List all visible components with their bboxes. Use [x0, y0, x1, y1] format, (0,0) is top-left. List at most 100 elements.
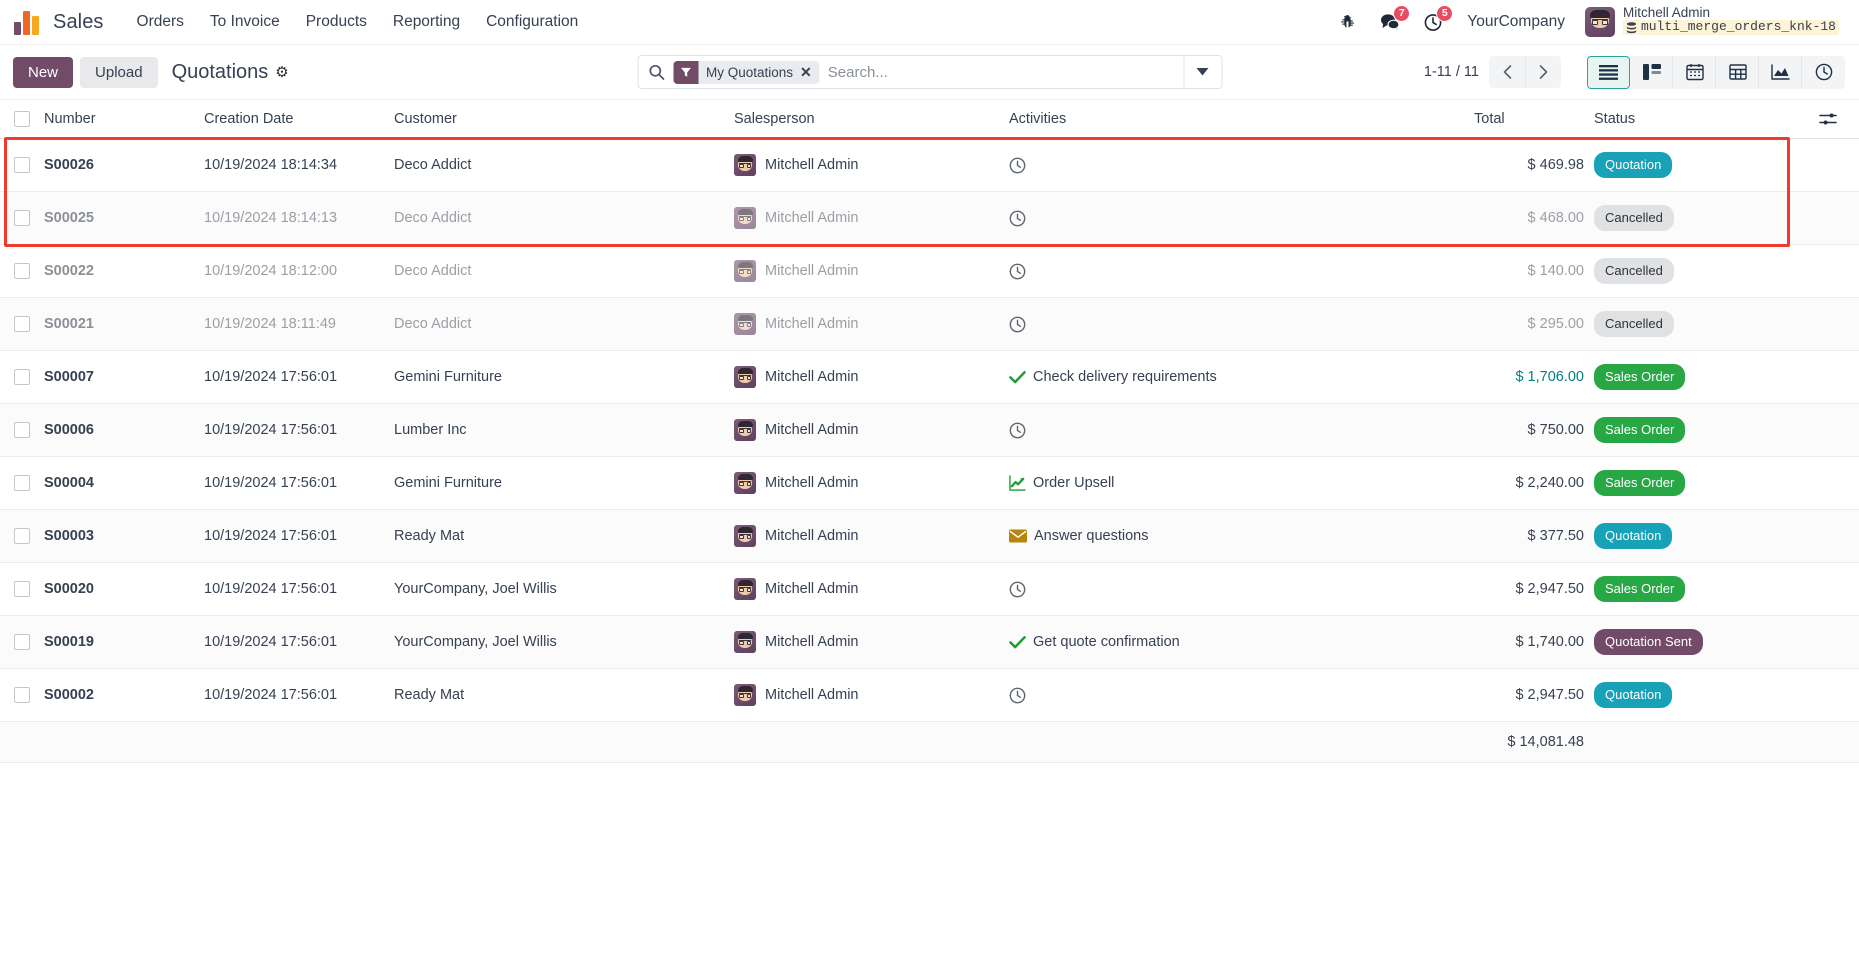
- new-button[interactable]: New: [13, 56, 74, 88]
- filter-icon: [673, 60, 698, 84]
- close-icon[interactable]: ✕: [800, 65, 820, 79]
- row-checkbox[interactable]: [14, 369, 30, 385]
- cell-activities[interactable]: Order Upsell: [1009, 456, 1474, 510]
- cell-salesperson: Mitchell Admin: [734, 668, 1009, 722]
- column-header-activities[interactable]: Activities: [1009, 100, 1474, 139]
- cell-activities[interactable]: Check delivery requirements: [1009, 350, 1474, 404]
- gear-icon[interactable]: ⚙: [275, 65, 288, 80]
- clock-icon[interactable]: [1009, 210, 1026, 227]
- column-header-creation-date[interactable]: Creation Date: [204, 100, 394, 139]
- clock-icon[interactable]: [1009, 157, 1026, 174]
- view-button-calendar[interactable]: [1673, 55, 1716, 89]
- row-checkbox[interactable]: [14, 634, 30, 650]
- messages-icon[interactable]: 7: [1368, 0, 1412, 45]
- optional-columns-toggle[interactable]: [1819, 100, 1859, 139]
- quotations-table: Number Creation Date Customer Salesperso…: [0, 100, 1859, 763]
- cell-total: $ 1,740.00: [1474, 615, 1594, 669]
- search-facet-my-quotations[interactable]: My Quotations ✕: [673, 60, 820, 84]
- pager-range[interactable]: 1-11 / 11: [1424, 64, 1479, 80]
- row-checkbox[interactable]: [14, 263, 30, 279]
- menu-orders[interactable]: Orders: [124, 7, 197, 37]
- upload-button[interactable]: Upload: [80, 56, 158, 88]
- menu-products[interactable]: Products: [293, 7, 380, 37]
- column-header-customer[interactable]: Customer: [394, 100, 734, 139]
- select-all-checkbox[interactable]: [14, 111, 30, 127]
- cell-total: $ 2,240.00: [1474, 456, 1594, 510]
- activities-clock-icon[interactable]: 5: [1412, 0, 1455, 45]
- cell-number: S00003: [44, 509, 204, 563]
- column-header-status[interactable]: Status: [1594, 100, 1819, 139]
- cell-activities[interactable]: [1009, 191, 1474, 245]
- activity-label: Get quote confirmation: [1033, 634, 1180, 650]
- chevron-down-icon[interactable]: [1183, 56, 1221, 88]
- cell-creation-date: 10/19/2024 18:11:49: [204, 297, 394, 351]
- odoo-logo-icon[interactable]: [14, 9, 44, 35]
- cell-activities[interactable]: [1009, 562, 1474, 616]
- row-checkbox[interactable]: [14, 422, 30, 438]
- cell-status: Sales Order: [1594, 562, 1819, 616]
- menu-configuration[interactable]: Configuration: [473, 7, 591, 37]
- table-row[interactable]: S00007 10/19/2024 17:56:01 Gemini Furnitur…: [0, 350, 1859, 404]
- bug-icon[interactable]: [1327, 0, 1368, 45]
- row-checkbox[interactable]: [14, 528, 30, 544]
- table-row[interactable]: S00002 10/19/2024 17:56:01 Ready Mat Mitche…: [0, 668, 1859, 722]
- cell-customer: Deco Addict: [394, 138, 734, 192]
- table-row[interactable]: S00026 10/19/2024 18:14:34 Deco Addict Mitc…: [0, 138, 1859, 192]
- clock-icon[interactable]: [1009, 316, 1026, 333]
- column-header-salesperson[interactable]: Salesperson: [734, 100, 1009, 139]
- row-checkbox[interactable]: [14, 687, 30, 703]
- user-menu[interactable]: Mitchell Admin multi_merge_orders_knk-18: [1577, 3, 1845, 41]
- app-name-sales[interactable]: Sales: [53, 11, 104, 34]
- view-button-kanban[interactable]: [1630, 55, 1673, 89]
- check-icon[interactable]: [1009, 370, 1026, 384]
- table-row[interactable]: S00022 10/19/2024 18:12:00 Deco Addict Mitc…: [0, 244, 1859, 298]
- clock-icon[interactable]: [1009, 422, 1026, 439]
- list-view: Number Creation Date Customer Salesperso…: [0, 100, 1859, 953]
- cell-status: Sales Order: [1594, 350, 1819, 404]
- pager-previous-button[interactable]: [1489, 56, 1525, 88]
- check-icon[interactable]: [1009, 635, 1026, 649]
- cell-number: S00002: [44, 668, 204, 722]
- menu-reporting[interactable]: Reporting: [380, 7, 473, 37]
- view-button-list[interactable]: [1587, 55, 1630, 89]
- row-checkbox[interactable]: [14, 475, 30, 491]
- table-row[interactable]: S00003 10/19/2024 17:56:01 Ready Mat Mitche…: [0, 509, 1859, 563]
- row-checkbox[interactable]: [14, 581, 30, 597]
- cell-activities[interactable]: [1009, 138, 1474, 192]
- envelope-icon[interactable]: [1009, 529, 1027, 543]
- cell-activities[interactable]: [1009, 668, 1474, 722]
- cell-activities[interactable]: [1009, 297, 1474, 351]
- clock-icon[interactable]: [1009, 263, 1026, 280]
- view-button-pivot[interactable]: [1716, 55, 1759, 89]
- table-row[interactable]: S00025 10/19/2024 18:14:13 Deco Addict Mitc…: [0, 191, 1859, 245]
- clock-icon[interactable]: [1009, 687, 1026, 704]
- row-checkbox[interactable]: [14, 210, 30, 226]
- table-row[interactable]: S00019 10/19/2024 17:56:01 YourCompany, Jo…: [0, 615, 1859, 669]
- cell-status: Cancelled: [1594, 244, 1819, 298]
- view-button-graph[interactable]: [1759, 55, 1802, 89]
- cell-salesperson: Mitchell Admin: [734, 615, 1009, 669]
- table-row[interactable]: S00021 10/19/2024 18:11:49 Deco Addict Mitc…: [0, 297, 1859, 351]
- page-title: Quotations: [171, 60, 269, 83]
- company-switcher[interactable]: YourCompany: [1455, 7, 1577, 37]
- cell-customer: Gemini Furniture: [394, 350, 734, 404]
- view-button-activity[interactable]: [1802, 55, 1845, 89]
- cell-activities[interactable]: [1009, 403, 1474, 457]
- pager-next-button[interactable]: [1525, 56, 1561, 88]
- row-select-cell: [0, 668, 44, 722]
- row-checkbox[interactable]: [14, 157, 30, 173]
- table-row[interactable]: S00006 10/19/2024 17:56:01 Lumber Inc Mitch…: [0, 403, 1859, 457]
- table-row[interactable]: S00004 10/19/2024 17:56:01 Gemini Furnitur…: [0, 456, 1859, 510]
- row-checkbox[interactable]: [14, 316, 30, 332]
- search-input[interactable]: [827, 63, 1183, 81]
- cell-number: S00026: [44, 138, 204, 192]
- upsell-chart-icon[interactable]: [1009, 475, 1026, 491]
- cell-activities[interactable]: Answer questions: [1009, 509, 1474, 563]
- cell-activities[interactable]: Get quote confirmation: [1009, 615, 1474, 669]
- column-header-number[interactable]: Number: [44, 100, 204, 139]
- clock-icon[interactable]: [1009, 581, 1026, 598]
- menu-to-invoice[interactable]: To Invoice: [197, 7, 293, 37]
- cell-activities[interactable]: [1009, 244, 1474, 298]
- column-header-total[interactable]: Total: [1474, 100, 1594, 139]
- table-row[interactable]: S00020 10/19/2024 17:56:01 YourCompany, Jo…: [0, 562, 1859, 616]
